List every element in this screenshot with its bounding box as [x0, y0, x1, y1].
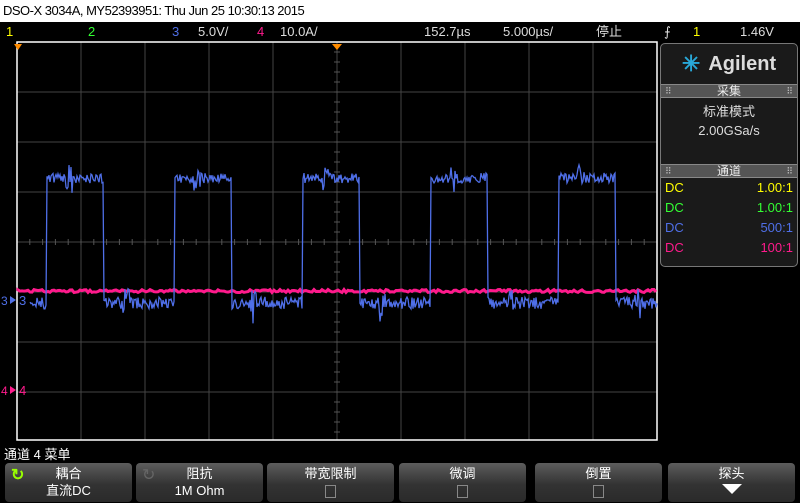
channel-row-3: DC 500:1 — [661, 218, 797, 238]
arrow-down-icon — [722, 484, 742, 494]
waveform-display[interactable]: 3 3 4 4 — [0, 41, 660, 442]
probe-softkey[interactable]: 探头 — [668, 463, 795, 502]
timebase[interactable]: 5.000µs/ — [503, 22, 553, 41]
rotate-knob-icon: ↻ — [142, 467, 155, 484]
ch4-indicator[interactable]: 4 — [257, 22, 264, 41]
trigger-source[interactable]: 1 — [693, 22, 700, 41]
rotate-knob-icon: ↻ — [11, 467, 24, 484]
checkbox[interactable] — [593, 485, 604, 498]
run-state[interactable]: 停止 — [596, 22, 622, 41]
acquisition-header[interactable]: 采集 — [661, 84, 797, 98]
ch4-arrow-icon — [10, 386, 16, 394]
invert-softkey[interactable]: 倒置 — [535, 463, 662, 502]
channel-row-4: DC 100:1 — [661, 238, 797, 258]
status-bar: 1 2 3 5.0V/ 4 10.0A/ 152.7µs 5.000µs/ 停止… — [0, 22, 800, 41]
window-title: DSO-X 3034A, MY52393951: Thu Jun 25 10:3… — [0, 0, 800, 22]
ch4-label: 4 — [19, 383, 26, 398]
trigger-position-marker — [14, 44, 22, 50]
spark-icon: ✳ — [682, 51, 700, 77]
acquisition-mode: 标准模式 — [661, 102, 797, 121]
ch3-arrow-icon — [10, 296, 16, 304]
rising-edge-icon: ⨍ — [664, 22, 671, 41]
impedance-softkey[interactable]: ↻ 阻抗 1M Ohm — [136, 463, 263, 502]
ch3-label: 3 — [19, 293, 26, 308]
horizontal-delay[interactable]: 152.7µs — [424, 22, 471, 41]
softkey-value: 直流DC — [5, 482, 132, 499]
softkey-bar: ↻ 耦合 直流DC ↻ 阻抗 1M Ohm 带宽限制 微调 倒置 探头 — [5, 463, 800, 503]
ch4-waveform — [18, 290, 656, 293]
softkey-label: 探头 — [668, 465, 795, 482]
ch3-indicator[interactable]: 3 — [172, 22, 179, 41]
menu-title: 通道 4 菜单 — [4, 444, 70, 463]
ch1-indicator[interactable]: 1 — [6, 22, 13, 41]
graticule — [17, 42, 657, 440]
channels-header[interactable]: 通道 — [661, 164, 797, 178]
info-panel: ✳Agilent 采集 标准模式 2.00GSa/s 通道 DC1.00:1 D… — [660, 43, 798, 267]
trigger-level[interactable]: 1.46V — [740, 22, 774, 41]
checkbox[interactable] — [457, 485, 468, 498]
delay-marker — [332, 44, 342, 50]
vernier-softkey[interactable]: 微调 — [399, 463, 526, 502]
coupling-softkey[interactable]: ↻ 耦合 直流DC — [5, 463, 132, 502]
agilent-logo: ✳ Agilent — [661, 44, 797, 84]
ch3-ground-marker: 3 — [1, 294, 8, 308]
softkey-value: 1M Ohm — [136, 482, 263, 499]
ch2-indicator[interactable]: 2 — [88, 22, 95, 41]
bandwidth-limit-softkey[interactable]: 带宽限制 — [267, 463, 394, 502]
ch4-scale[interactable]: 10.0A/ — [280, 22, 318, 41]
softkey-label: 倒置 — [535, 465, 662, 482]
softkey-label: 带宽限制 — [267, 465, 394, 482]
softkey-label: 微调 — [399, 465, 526, 482]
checkbox[interactable] — [325, 485, 336, 498]
channel-row-2: DC 1.00:1 — [661, 198, 797, 218]
ch3-waveform — [30, 165, 657, 323]
ch4-ground-marker: 4 — [1, 384, 8, 398]
channel-row-1: DC 1.00:1 — [661, 178, 797, 198]
sample-rate: 2.00GSa/s — [661, 121, 797, 140]
ch3-scale[interactable]: 5.0V/ — [198, 22, 228, 41]
